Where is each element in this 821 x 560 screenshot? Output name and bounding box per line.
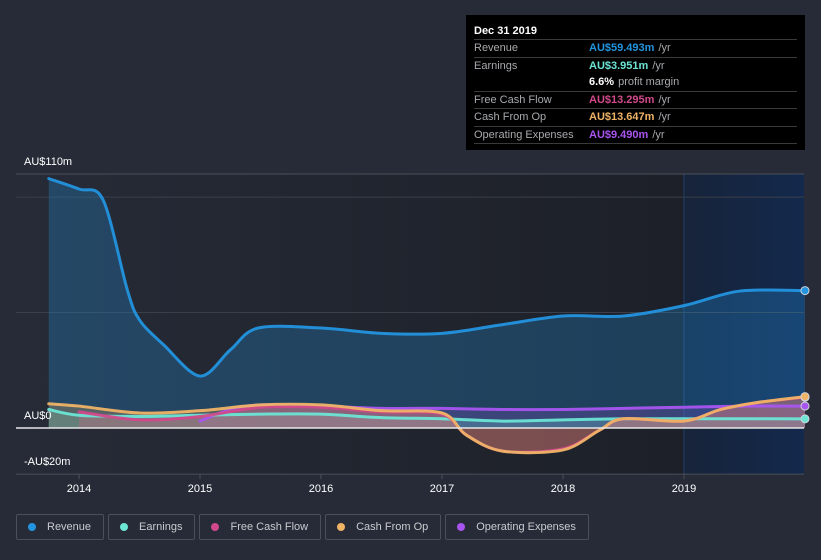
tooltip-date: Dec 31 2019 [474, 23, 797, 40]
tooltip-row: 6.6% profit margin [474, 74, 797, 92]
tooltip-value: AU$9.490m [589, 128, 649, 141]
legend-dot-icon [457, 523, 466, 531]
legend-item-cash-from-op[interactable]: Cash From Op [325, 514, 442, 540]
legend: Revenue Earnings Free Cash Flow Cash From O… [16, 514, 589, 540]
y-tick-label: AU$110m [24, 156, 72, 168]
legend-dot-icon [211, 523, 220, 531]
legend-item-earnings[interactable]: Earnings [108, 514, 196, 540]
tooltip-value: 6.6% [589, 76, 615, 88]
tooltip-unit: /yr [652, 59, 665, 72]
revenue-endpoint [800, 286, 810, 296]
tooltip-row: Operating Expenses AU$9.490m/yr [474, 127, 797, 144]
x-tick-label: 2015 [188, 483, 212, 495]
legend-item-free-cash-flow[interactable]: Free Cash Flow [199, 514, 322, 540]
legend-item-operating-expenses[interactable]: Operating Expenses [445, 514, 589, 540]
legend-dot-icon [337, 523, 346, 531]
tooltip: Dec 31 2019 Revenue AU$59.493m/yr Earnings… [466, 15, 805, 150]
tooltip-unit: /yr [658, 42, 671, 54]
tooltip-unit: /yr [652, 128, 665, 141]
tooltip-unit: /yr [658, 93, 671, 106]
x-tick-label: 2016 [309, 483, 333, 495]
tooltip-value: AU$59.493m [589, 42, 655, 54]
tooltip-value: AU$3.951m [589, 59, 649, 72]
tooltip-row: Free Cash Flow AU$13.295m/yr [474, 92, 797, 109]
x-tick-label: 2017 [430, 483, 454, 495]
y-tick-label: AU$0 [24, 410, 52, 422]
tooltip-label: Operating Expenses [474, 128, 574, 141]
tooltip-row: Earnings AU$3.951m/yr [474, 58, 797, 75]
legend-dot-icon [28, 523, 36, 531]
x-tick-label: 2018 [551, 483, 575, 495]
tooltip-row: Cash From Op AU$13.647m/yr [474, 109, 797, 127]
tooltip-unit: profit margin [618, 76, 680, 88]
earnings-endpoint [800, 414, 810, 424]
cash-from-op-endpoint [800, 392, 810, 402]
x-tick-label: 2014 [67, 483, 91, 495]
tooltip-unit: /yr [658, 111, 671, 123]
x-tick-label: 2019 [672, 483, 696, 495]
legend-item-revenue[interactable]: Revenue [16, 514, 105, 540]
legend-label: Earnings [139, 521, 183, 533]
tooltip-label: Earnings [474, 59, 518, 72]
tooltip-label [474, 74, 589, 91]
legend-label: Revenue [47, 521, 92, 533]
tooltip-value: AU$13.295m [589, 93, 655, 106]
tooltip-label: Free Cash Flow [474, 93, 552, 106]
tooltip-label: Revenue [474, 42, 519, 54]
tooltip-value: AU$13.647m [589, 111, 655, 123]
legend-label: Free Cash Flow [230, 521, 309, 533]
legend-label: Operating Expenses [476, 521, 576, 533]
legend-label: Cash From Op [356, 521, 429, 533]
tooltip-row: Revenue AU$59.493m/yr [474, 40, 797, 58]
tooltip-label: Cash From Op [474, 111, 547, 123]
y-tick-label: -AU$20m [24, 456, 70, 468]
legend-dot-icon [120, 523, 129, 531]
operating-expenses-endpoint [800, 401, 810, 411]
